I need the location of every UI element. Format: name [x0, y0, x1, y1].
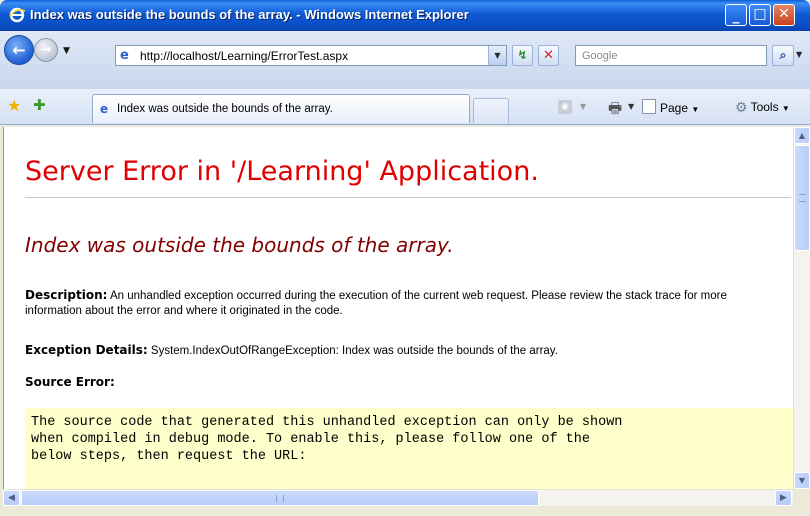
favorites-star-icon[interactable]: ★ — [7, 96, 21, 115]
scroll-grip — [276, 495, 284, 502]
minimize-icon: _ — [732, 8, 740, 24]
status-bar — [0, 506, 810, 516]
back-button[interactable]: ← — [4, 35, 34, 65]
scrollbar-corner — [793, 489, 810, 506]
minimize-button[interactable]: _ — [725, 4, 747, 26]
feeds-dropdown[interactable]: ▼ — [580, 102, 586, 111]
title-bar[interactable]: Index was outside the bounds of the arra… — [0, 0, 810, 31]
print-icon[interactable]: 🖶 — [608, 98, 622, 123]
tools-menu-dropdown-icon: ▼ — [781, 104, 790, 113]
tab-favicon-icon: e — [100, 102, 109, 116]
tools-menu[interactable]: ⚙ Tools ▼ — [735, 99, 790, 116]
scroll-left-button[interactable]: ◀ — [3, 490, 20, 506]
divider — [25, 197, 791, 198]
page-menu-label: Page — [660, 101, 689, 115]
tab-bar: ★ ✚ e Index was outside the bounds of th… — [0, 89, 810, 125]
search-input[interactable]: Google — [575, 45, 767, 66]
address-bar[interactable]: e http://localhost/Learning/ErrorTest.as… — [115, 45, 507, 66]
close-icon: ✕ — [778, 6, 790, 22]
description-label: Description: — [25, 288, 108, 302]
page-menu-dropdown-icon: ▼ — [691, 105, 700, 114]
refresh-button[interactable]: ↯ — [512, 45, 533, 66]
exception-label: Exception Details: — [25, 343, 148, 357]
address-dropdown[interactable]: ▼ — [488, 46, 506, 65]
forward-arrow-icon: → — [40, 42, 52, 58]
recent-pages-dropdown[interactable]: ▼ — [63, 46, 70, 56]
search-button[interactable]: ⌕ — [772, 45, 794, 66]
feeds-icon[interactable]: ◉ — [558, 100, 572, 114]
horizontal-scrollbar[interactable]: ◀ ▶ — [3, 489, 793, 506]
back-arrow-icon: ← — [12, 40, 26, 60]
exception-text: System.IndexOutOfRangeException: Index w… — [147, 345, 558, 357]
tools-menu-label: Tools — [750, 100, 779, 114]
vertical-scrollbar[interactable]: ▲ ▼ — [793, 127, 810, 489]
error-title: Index was outside the bounds of the arra… — [25, 233, 454, 257]
search-placeholder: Google — [582, 50, 618, 62]
page-content: Server Error in '/Learning' Application.… — [3, 127, 793, 489]
source-code-box: The source code that generated this unha… — [25, 408, 793, 489]
forward-button[interactable]: → — [34, 38, 58, 62]
source-code-text: The source code that generated this unha… — [31, 415, 623, 464]
search-options-dropdown[interactable]: ▼ — [796, 50, 802, 59]
maximize-icon: □ — [753, 6, 767, 22]
description-text: An unhandled exception occurred during t… — [25, 290, 727, 317]
add-favorite-icon[interactable]: ✚ — [33, 96, 46, 114]
close-button[interactable]: ✕ — [773, 4, 795, 26]
browser-window: Index was outside the bounds of the arra… — [0, 0, 810, 516]
scroll-up-button[interactable]: ▲ — [794, 127, 810, 144]
page-icon — [642, 99, 656, 114]
tab-active[interactable]: e Index was outside the bounds of the ar… — [92, 94, 470, 123]
source-error-label: Source Error: — [25, 375, 115, 389]
exception-details: Exception Details: System.IndexOutOfRang… — [25, 343, 785, 357]
scroll-grip — [799, 194, 806, 202]
scroll-right-button[interactable]: ▶ — [775, 490, 792, 506]
ie-logo-icon — [9, 7, 26, 23]
vertical-scroll-thumb[interactable] — [794, 145, 810, 251]
horizontal-scroll-thumb[interactable] — [21, 490, 539, 506]
description-block: Description: An unhandled exception occu… — [25, 288, 775, 319]
window-title: Index was outside the bounds of the arra… — [30, 7, 469, 22]
gear-icon: ⚙ — [735, 99, 748, 115]
address-url[interactable]: http://localhost/Learning/ErrorTest.aspx — [140, 49, 348, 63]
navigation-bar: ← → ▼ e http://localhost/Learning/ErrorT… — [0, 31, 810, 90]
page-title: Server Error in '/Learning' Application. — [25, 156, 539, 187]
stop-button[interactable]: ✕ — [538, 45, 559, 66]
maximize-button[interactable]: □ — [749, 4, 771, 26]
new-tab-button[interactable] — [473, 98, 509, 123]
scroll-down-button[interactable]: ▼ — [794, 472, 810, 489]
page-menu[interactable]: Page ▼ — [642, 99, 699, 115]
page-favicon-icon: e — [120, 48, 129, 63]
tab-title: Index was outside the bounds of the arra… — [117, 103, 333, 115]
print-dropdown[interactable]: ▼ — [628, 102, 634, 111]
